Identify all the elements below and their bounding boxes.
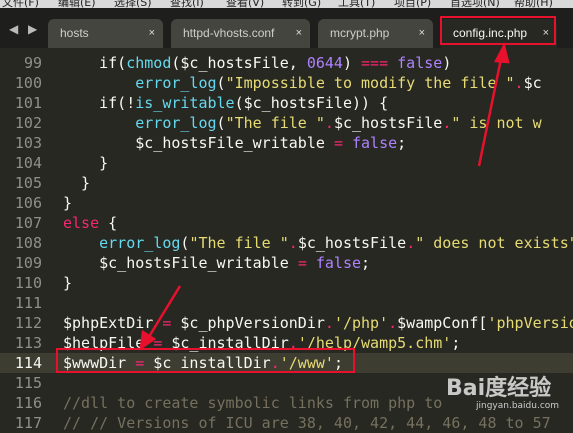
watermark-logo: Bai度经验 [446,376,552,401]
annotation-arrow-tab [477,53,504,167]
watermark-url: jingyan.baidu.com [476,401,560,411]
annotation-arrow-line [145,285,182,341]
annotation-arrows [139,42,510,351]
baidu-watermark: Bai度经验 jingyan.baidu.com [436,368,573,421]
annotation-arrowhead-line [139,329,157,351]
annotation-arrowhead-tab [494,42,510,64]
